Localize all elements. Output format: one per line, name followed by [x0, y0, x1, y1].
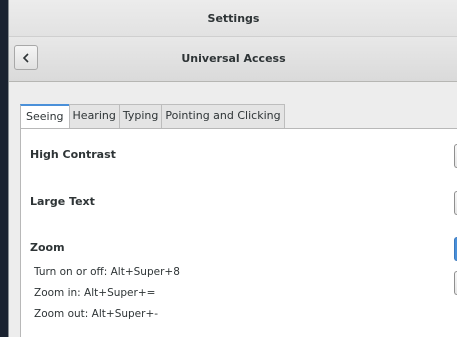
tab-seeing[interactable]: Seeing [20, 104, 70, 129]
universal-access-panel: Seeing Hearing Typing Pointing and Click… [9, 83, 457, 337]
zoom-label: Zoom [30, 241, 65, 254]
seeing-page: High Contrast Large Text Zoom Turn on or… [20, 128, 457, 337]
tab-bar: Seeing Hearing Typing Pointing and Click… [20, 104, 285, 129]
zoom-shortcut-toggle: Turn on or off: Alt+Super+8 [34, 266, 180, 278]
high-contrast-label: High Contrast [30, 148, 116, 161]
window-title: Settings [207, 12, 260, 25]
desktop-background [0, 0, 8, 337]
tab-pointing-and-clicking[interactable]: Pointing and Clicking [161, 104, 285, 128]
window-titlebar[interactable]: Settings [9, 0, 457, 37]
zoom-shortcut-in: Zoom in: Alt+Super+= [34, 287, 156, 299]
tab-hearing[interactable]: Hearing [68, 104, 120, 128]
settings-window: Settings Universal Access Seeing Hearing… [8, 0, 457, 337]
zoom-shortcut-out: Zoom out: Alt+Super+- [34, 308, 159, 320]
header-bar: Universal Access [9, 37, 457, 82]
panel-title: Universal Access [181, 52, 286, 65]
tab-typing[interactable]: Typing [118, 104, 163, 128]
large-text-label: Large Text [30, 195, 95, 208]
